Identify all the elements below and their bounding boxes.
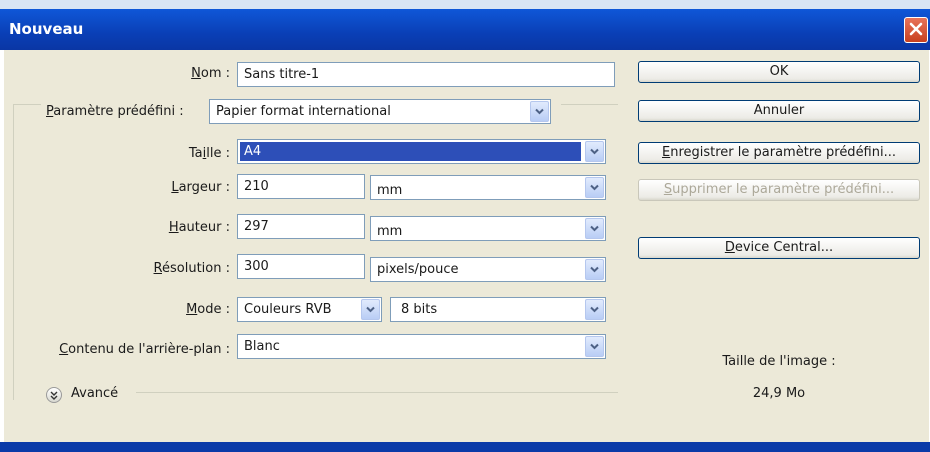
delete-preset-button[interactable]: Supprimer le paramètre prédéfini...	[638, 179, 920, 201]
device-central-button[interactable]: Device Central...	[638, 237, 920, 259]
close-icon	[909, 22, 923, 36]
resolution-unit-value: pixels/pouce	[377, 262, 459, 277]
preset-dropdown-button[interactable]	[530, 101, 549, 122]
image-size-value: 24,9 Mo	[752, 386, 806, 401]
preset-select[interactable]: Papier format international	[209, 99, 551, 124]
window-title: Nouveau	[9, 20, 84, 38]
width-unit-select[interactable]: mm	[370, 175, 606, 200]
bit-depth-select[interactable]: 8 bits	[390, 297, 606, 322]
color-mode-select[interactable]: Couleurs RVB	[237, 297, 382, 322]
chevron-down-icon	[590, 306, 599, 313]
bit-depth-dropdown-button[interactable]	[585, 299, 604, 320]
width-unit-value: mm	[377, 183, 403, 198]
taskbar-edge	[0, 442, 930, 452]
preset-label: Paramètre prédéfini :	[46, 104, 184, 119]
height-unit-dropdown-button[interactable]	[585, 218, 604, 239]
chevron-down-icon	[590, 266, 599, 273]
height-unit-value: mm	[377, 224, 403, 239]
title-bar[interactable]	[0, 9, 930, 50]
bit-depth-value: 8 bits	[401, 302, 438, 317]
advanced-toggle-button[interactable]	[46, 387, 62, 403]
size-dropdown-button[interactable]	[585, 141, 604, 162]
close-button[interactable]	[904, 17, 928, 43]
chevron-down-icon	[366, 306, 375, 313]
group-frame-left	[13, 104, 14, 400]
mode-label: Mode :	[186, 302, 230, 317]
image-size-label: Taille de l'image :	[722, 354, 836, 369]
size-select[interactable]: A4	[237, 139, 606, 164]
save-preset-button[interactable]: Enregistrer le paramètre prédéfini...	[638, 142, 920, 164]
color-mode-value: Couleurs RVB	[244, 302, 332, 317]
window-top-edge	[0, 0, 930, 9]
chevron-down-icon	[590, 184, 599, 191]
width-label: Largeur :	[171, 180, 230, 195]
chevron-down-icon	[590, 343, 599, 350]
preset-value: Papier format international	[216, 104, 391, 119]
group-frame-top-left	[13, 104, 41, 105]
chevron-down-icon	[590, 148, 599, 155]
resolution-label: Résolution :	[153, 261, 230, 276]
cancel-button[interactable]: Annuler	[638, 100, 920, 122]
color-mode-dropdown-button[interactable]	[361, 299, 380, 320]
background-select[interactable]: Blanc	[237, 334, 606, 359]
background-label: Contenu de l'arrière-plan :	[59, 342, 230, 357]
chevron-down-icon	[590, 225, 599, 232]
name-input[interactable]: Sans titre-1	[237, 62, 615, 87]
size-label: Taille :	[188, 146, 230, 161]
height-input[interactable]: 297	[237, 214, 365, 239]
resolution-unit-dropdown-button[interactable]	[585, 259, 604, 280]
double-chevron-down-icon	[50, 391, 58, 400]
advanced-label[interactable]: Avancé	[71, 386, 118, 401]
resolution-input[interactable]: 300	[237, 254, 365, 279]
background-dropdown-button[interactable]	[585, 336, 604, 357]
height-label: Hauteur :	[168, 220, 230, 235]
advanced-divider	[136, 392, 618, 393]
width-unit-dropdown-button[interactable]	[585, 177, 604, 198]
height-unit-select[interactable]: mm	[370, 216, 606, 241]
ok-button[interactable]: OK	[638, 61, 920, 83]
group-frame-top-right	[561, 104, 618, 105]
size-value: A4	[240, 142, 581, 161]
chevron-down-icon	[535, 108, 544, 115]
name-label: Nom :	[191, 66, 230, 81]
background-value: Blanc	[244, 339, 280, 354]
resolution-unit-select[interactable]: pixels/pouce	[370, 257, 606, 282]
width-input[interactable]: 210	[237, 174, 365, 199]
